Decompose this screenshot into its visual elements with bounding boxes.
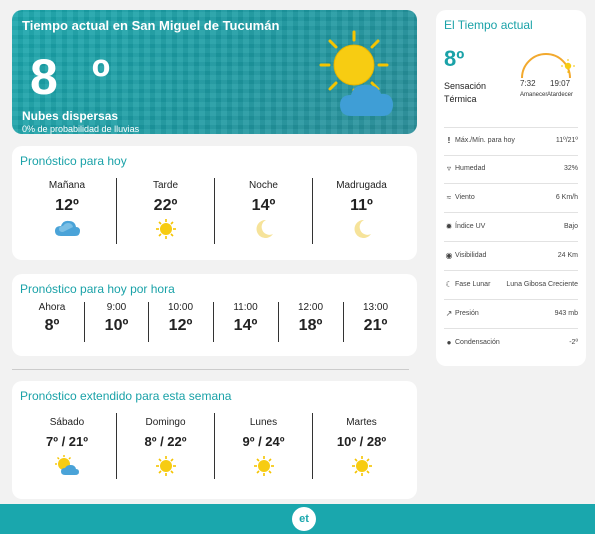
- sun-cloud-icon: [312, 28, 407, 128]
- hour-item: 12:00 18º: [278, 302, 342, 342]
- cloudy-icon: [18, 218, 116, 238]
- sun-cloud-icon: [18, 455, 116, 477]
- detail-row-wind: ≈ Viento 6 Km/h: [444, 193, 578, 202]
- hour-temp: 8º: [44, 317, 60, 334]
- week-title: Pronóstico extendido para esta semana: [20, 389, 232, 403]
- period-temp: 12º: [55, 197, 79, 214]
- sun-icon: [117, 455, 214, 477]
- hour-temp: 10º: [104, 317, 129, 334]
- moon-icon: [313, 218, 410, 240]
- today-forecast-card: Pronóstico para hoy Mañana 12º Tarde 22º…: [12, 146, 417, 260]
- detail-row-max-min: ! Máx./Mín. para hoy 11º/21º: [444, 136, 578, 145]
- period-label: Mañana: [48, 180, 86, 191]
- sunrise-time: 7:32: [520, 79, 536, 88]
- period-label: Madrugada: [336, 180, 387, 191]
- hour-label: 10:00: [167, 302, 194, 313]
- pressure-icon: ↗: [445, 309, 453, 318]
- hour-item: 10:00 12º: [148, 302, 212, 342]
- period-label: Noche: [249, 180, 278, 191]
- period-label: Tarde: [152, 180, 178, 191]
- divider: [444, 212, 578, 213]
- day-temp: 7º / 21º: [45, 434, 89, 449]
- condensation-icon: ●: [446, 338, 452, 347]
- sun-icon: [215, 455, 312, 477]
- today-period: Madrugada 11º: [312, 178, 410, 244]
- divider: [444, 241, 578, 242]
- current-title: Tiempo actual en San Miguel de Tucumán: [22, 18, 280, 33]
- sun-icon: [313, 455, 410, 477]
- feels-like-label: Sensación Térmica: [444, 81, 487, 104]
- hourly-title: Pronóstico para hoy por hora: [20, 282, 175, 296]
- hour-item: Ahora 8º: [20, 302, 84, 342]
- period-temp: 22º: [153, 197, 178, 214]
- today-period: Noche 14º: [214, 178, 312, 244]
- wind-icon: ≈: [446, 193, 452, 202]
- hour-label: 11:00: [233, 302, 258, 313]
- side-temp: 8º: [444, 46, 465, 71]
- detail-row-condensation: ● Condensación -2º: [444, 338, 578, 347]
- hour-label: 13:00: [362, 302, 389, 313]
- hour-item: 13:00 21º: [343, 302, 407, 342]
- hour-label: 12:00: [297, 302, 324, 313]
- divider: [444, 183, 578, 184]
- hour-temp: 18º: [298, 317, 323, 334]
- divider: [444, 127, 578, 128]
- et-logo[interactable]: et: [292, 507, 316, 531]
- current-temp: 8 º: [30, 49, 120, 105]
- day-label: Lunes: [249, 417, 278, 428]
- hour-label: 9:00: [106, 302, 127, 313]
- detail-row-moon-phase: ☾ Fase Lunar Luna Gibosa Creciente: [445, 280, 578, 289]
- detail-row-uv: ✹ Índice UV Bajo: [445, 222, 578, 231]
- period-temp: 14º: [251, 197, 276, 214]
- detail-row-visibility: ◉ Visibilidad 24 Km: [445, 251, 579, 260]
- detail-row-humidity: ▿ Humedad 32%: [444, 164, 578, 173]
- hour-temp: 21º: [363, 317, 388, 334]
- divider: [444, 299, 578, 300]
- eye-icon: ◉: [445, 251, 453, 260]
- hour-temp: 12º: [168, 317, 193, 334]
- divider: [444, 328, 578, 329]
- sunset-time: 19:07: [550, 79, 571, 88]
- uv-icon: ✹: [445, 222, 453, 231]
- hour-item: 11:00 14º: [213, 302, 277, 342]
- period-temp: 11º: [350, 197, 373, 214]
- week-forecast-card: Pronóstico extendido para esta semana Sá…: [12, 381, 417, 499]
- divider: [444, 270, 578, 271]
- hour-temp: 14º: [233, 317, 258, 334]
- current-weather-card: Tiempo actual en San Miguel de Tucumán 8…: [12, 10, 417, 134]
- detail-row-pressure: ↗ Presión 943 mb: [445, 309, 578, 318]
- hourly-forecast-card: Pronóstico para hoy por hora Ahora 8º 9:…: [12, 274, 417, 356]
- day-temp: 10º / 28º: [336, 434, 387, 449]
- current-details-panel: El Tiempo actual 8º Sensación Térmica 7:…: [436, 10, 586, 366]
- today-title: Pronóstico para hoy: [20, 154, 127, 168]
- day-item: Domingo 8º / 22º: [116, 413, 214, 479]
- moon-phase-icon: ☾: [445, 280, 453, 289]
- hour-label: Ahora: [38, 302, 66, 313]
- exclamation-icon: !: [447, 136, 451, 145]
- sunset-label: Atardecer: [547, 92, 574, 98]
- day-temp: 8º / 22º: [144, 434, 187, 449]
- day-label: Martes: [346, 417, 377, 428]
- humidity-icon: ▿: [446, 164, 451, 173]
- today-period: Tarde 22º: [116, 178, 214, 244]
- divider: [12, 369, 409, 370]
- current-condition: Nubes dispersas: [22, 109, 119, 123]
- today-period: Mañana 12º: [18, 178, 116, 244]
- divider: [444, 155, 578, 156]
- current-rain-chance: 0% de probabilidad de lluvias: [22, 124, 140, 134]
- day-label: Domingo: [145, 417, 186, 428]
- day-label: Sábado: [49, 417, 85, 428]
- moon-icon: [215, 218, 312, 240]
- day-item: Lunes 9º / 24º: [214, 413, 312, 479]
- sunrise-label: Amanecer: [520, 92, 548, 98]
- sun-icon: [117, 218, 214, 240]
- hour-item: 9:00 10º: [84, 302, 148, 342]
- day-item: Martes 10º / 28º: [312, 413, 410, 479]
- day-temp: 9º / 24º: [242, 434, 285, 449]
- day-item: Sábado 7º / 21º: [18, 413, 116, 479]
- side-title: El Tiempo actual: [444, 18, 533, 32]
